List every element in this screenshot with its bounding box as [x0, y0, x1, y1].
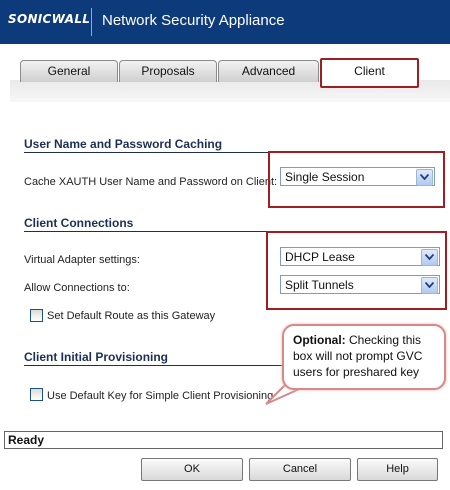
highlight-box-connections	[266, 231, 447, 310]
tab-client[interactable]: Client	[320, 58, 419, 88]
chevron-down-icon[interactable]	[421, 277, 438, 294]
header-divider	[91, 8, 92, 36]
virtual-adapter-value: DHCP Lease	[285, 250, 355, 264]
default-key-checkbox[interactable]	[30, 388, 43, 401]
default-key-label: Use Default Key for Simple Client Provis…	[47, 390, 274, 402]
section-title-caching: User Name and Password Caching	[24, 137, 223, 151]
cancel-button[interactable]: Cancel	[249, 458, 351, 481]
tab-proposals[interactable]: Proposals	[119, 60, 217, 82]
callout-text: Optional: Checking this box will not pro…	[293, 332, 437, 380]
section-divider	[24, 365, 284, 366]
section-title-provisioning: Client Initial Provisioning	[24, 350, 169, 364]
cache-xauth-select[interactable]: Single Session	[280, 167, 435, 186]
default-route-checkbox[interactable]	[30, 309, 43, 322]
default-route-label: Set Default Route as this Gateway	[47, 310, 216, 322]
allow-connections-select[interactable]: Split Tunnels	[280, 275, 440, 294]
virtual-adapter-label: Virtual Adapter settings:	[24, 254, 140, 266]
cache-xauth-value: Single Session	[285, 170, 365, 184]
allow-connections-value: Split Tunnels	[285, 278, 354, 292]
tab-general[interactable]: General	[20, 60, 118, 82]
help-button[interactable]: Help	[357, 458, 438, 481]
callout-bold-label: Optional:	[293, 333, 346, 347]
cache-xauth-label: Cache XAUTH User Name and Password on Cl…	[24, 176, 278, 188]
app-header: SONICWALL Network Security Appliance	[0, 0, 450, 44]
tab-advanced[interactable]: Advanced	[218, 60, 319, 82]
virtual-adapter-select[interactable]: DHCP Lease	[280, 247, 440, 266]
ok-button[interactable]: OK	[141, 458, 243, 481]
optional-callout: Optional: Checking this box will not pro…	[282, 324, 446, 390]
chevron-down-icon[interactable]	[421, 249, 438, 266]
sonicwall-logo: SONICWALL	[8, 12, 91, 26]
chevron-down-icon[interactable]	[416, 169, 433, 186]
section-title-connections: Client Connections	[24, 216, 134, 230]
allow-connections-label: Allow Connections to:	[24, 282, 130, 294]
app-title: Network Security Appliance	[102, 12, 285, 29]
status-bar: Ready	[4, 431, 443, 449]
